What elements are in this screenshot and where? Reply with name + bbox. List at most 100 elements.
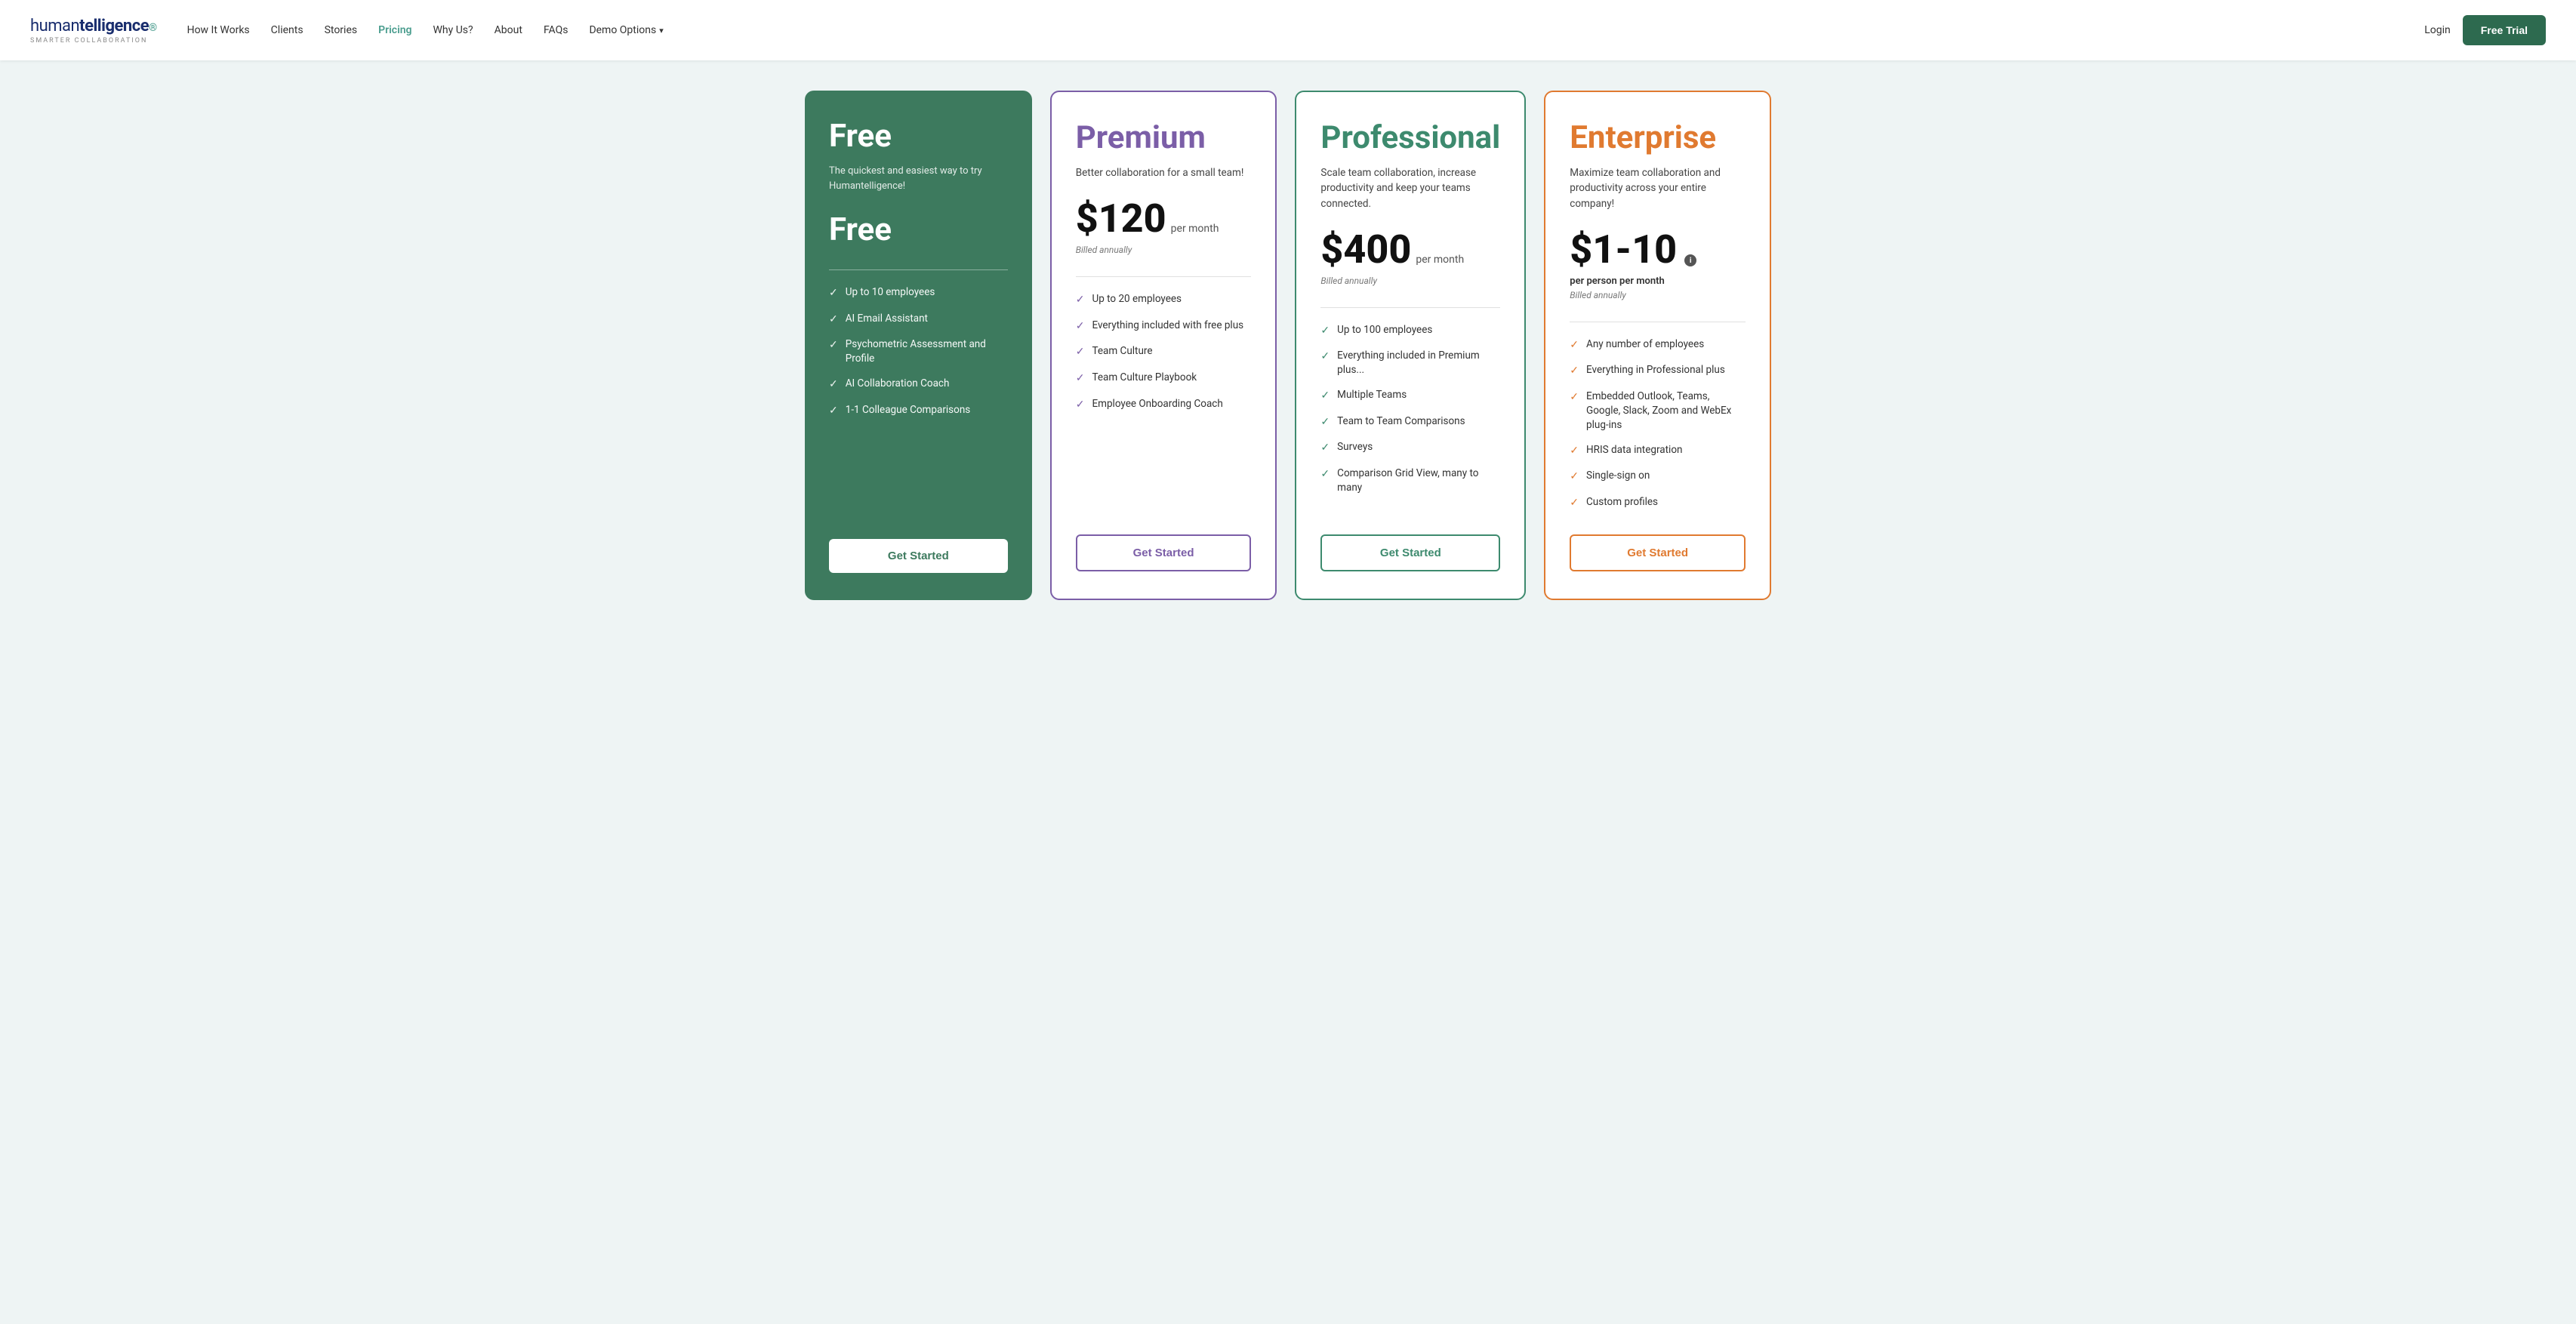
list-item: ✓Custom profiles xyxy=(1570,495,1746,511)
enterprise-plan-title: Enterprise xyxy=(1570,119,1746,156)
list-item: ✓Team Culture Playbook xyxy=(1076,371,1252,386)
list-item: ✓Embedded Outlook, Teams, Google, Slack,… xyxy=(1570,390,1746,433)
check-icon: ✓ xyxy=(1320,415,1330,430)
plan-card-premium: Premium Better collaboration for a small… xyxy=(1050,91,1277,600)
check-icon: ✓ xyxy=(829,377,838,393)
check-icon: ✓ xyxy=(1320,389,1330,404)
free-plan-desc: The quickest and easiest way to try Huma… xyxy=(829,164,1008,193)
main-nav: How It Works Clients Stories Pricing Why… xyxy=(187,24,2425,36)
check-icon: ✓ xyxy=(1570,364,1579,379)
nav-how-it-works[interactable]: How It Works xyxy=(187,24,250,36)
check-icon: ✓ xyxy=(1076,319,1085,334)
list-item: ✓Employee Onboarding Coach xyxy=(1076,397,1252,413)
check-icon: ✓ xyxy=(1570,470,1579,485)
free-plan-price: Free xyxy=(829,211,1008,248)
list-item: ✓Team to Team Comparisons xyxy=(1320,414,1500,430)
nav-demo-options[interactable]: Demo Options ▾ xyxy=(589,24,663,36)
enterprise-price-per-person: per person per month xyxy=(1570,276,1746,287)
premium-plan-desc: Better collaboration for a small team! xyxy=(1076,165,1252,180)
check-icon: ✓ xyxy=(829,286,838,301)
pricing-grid: Free The quickest and easiest way to try… xyxy=(805,91,1771,600)
list-item: ✓Up to 20 employees xyxy=(1076,292,1252,308)
premium-price-period: per month xyxy=(1171,223,1219,235)
professional-price-row: $400 per month xyxy=(1320,226,1500,272)
check-icon: ✓ xyxy=(1076,293,1085,308)
check-icon: ✓ xyxy=(1076,371,1085,386)
logo: humantelligence® SMARTER COLLABORATION xyxy=(30,17,157,45)
professional-feature-list: ✓Up to 100 employees ✓Everything include… xyxy=(1320,323,1500,495)
chevron-down-icon: ▾ xyxy=(659,26,664,35)
professional-cta-button[interactable]: Get Started xyxy=(1320,534,1500,571)
plan-card-enterprise: Enterprise Maximize team collaboration a… xyxy=(1544,91,1771,600)
premium-price-row: $120 per month xyxy=(1076,196,1252,242)
enterprise-price-amount: $1-10 xyxy=(1570,226,1677,272)
list-item: ✓Everything in Professional plus xyxy=(1570,363,1746,379)
free-trial-button[interactable]: Free Trial xyxy=(2463,15,2546,45)
premium-cta-button[interactable]: Get Started xyxy=(1076,534,1252,571)
list-item: ✓HRIS data integration xyxy=(1570,443,1746,459)
check-icon: ✓ xyxy=(1570,338,1579,353)
nav-clients[interactable]: Clients xyxy=(271,24,304,36)
enterprise-cta-button[interactable]: Get Started xyxy=(1570,534,1746,571)
enterprise-feature-list: ✓Any number of employees ✓Everything in … xyxy=(1570,337,1746,511)
check-icon: ✓ xyxy=(829,313,838,328)
info-icon[interactable]: i xyxy=(1684,254,1696,266)
check-icon: ✓ xyxy=(1570,390,1579,405)
site-header: humantelligence® SMARTER COLLABORATION H… xyxy=(0,0,2576,60)
check-icon: ✓ xyxy=(1320,467,1330,482)
premium-feature-list: ✓Up to 20 employees ✓Everything included… xyxy=(1076,292,1252,412)
professional-divider xyxy=(1320,307,1500,308)
free-feature-list: ✓Up to 10 employees ✓AI Email Assistant … xyxy=(829,285,1008,418)
professional-price-billed: Billed annually xyxy=(1320,276,1500,286)
list-item: ✓Up to 10 employees xyxy=(829,285,1008,301)
check-icon: ✓ xyxy=(1320,441,1330,456)
list-item: ✓1-1 Colleague Comparisons xyxy=(829,403,1008,419)
check-icon: ✓ xyxy=(1320,349,1330,365)
list-item: ✓Any number of employees xyxy=(1570,337,1746,353)
list-item: ✓Comparison Grid View, many to many xyxy=(1320,466,1500,495)
check-icon: ✓ xyxy=(1570,496,1579,511)
professional-plan-title: Professional xyxy=(1320,119,1500,156)
professional-price-period: per month xyxy=(1416,254,1464,266)
list-item: ✓Multiple Teams xyxy=(1320,388,1500,404)
professional-price-amount: $400 xyxy=(1320,226,1411,272)
free-plan-title: Free xyxy=(829,118,1008,155)
list-item: ✓Everything included with free plus xyxy=(1076,319,1252,334)
free-cta-button[interactable]: Get Started xyxy=(829,539,1008,573)
list-item: ✓AI Email Assistant xyxy=(829,312,1008,328)
check-icon: ✓ xyxy=(1570,444,1579,459)
premium-plan-title: Premium xyxy=(1076,119,1252,156)
login-link[interactable]: Login xyxy=(2424,24,2451,36)
plan-card-professional: Professional Scale team collaboration, i… xyxy=(1295,91,1526,600)
list-item: ✓Psychometric Assessment and Profile xyxy=(829,337,1008,366)
nav-stories[interactable]: Stories xyxy=(325,24,358,36)
premium-divider xyxy=(1076,276,1252,277)
free-divider xyxy=(829,269,1008,270)
list-item: ✓Everything included in Premium plus... xyxy=(1320,349,1500,377)
nav-faqs[interactable]: FAQs xyxy=(544,24,569,36)
check-icon: ✓ xyxy=(1076,345,1085,360)
enterprise-plan-desc: Maximize team collaboration and producti… xyxy=(1570,165,1746,211)
list-item: ✓Single-sign on xyxy=(1570,469,1746,485)
enterprise-price-row: $1-10 i xyxy=(1570,226,1746,272)
professional-plan-desc: Scale team collaboration, increase produ… xyxy=(1320,165,1500,211)
logo-text: humantelligence® xyxy=(30,17,157,35)
enterprise-price-billed: Billed annually xyxy=(1570,290,1746,300)
list-item: ✓Surveys xyxy=(1320,440,1500,456)
plan-card-free: Free The quickest and easiest way to try… xyxy=(805,91,1032,600)
nav-pricing[interactable]: Pricing xyxy=(378,24,411,36)
check-icon: ✓ xyxy=(829,338,838,353)
nav-actions: Login Free Trial xyxy=(2424,15,2546,45)
nav-about[interactable]: About xyxy=(495,24,522,36)
list-item: ✓Team Culture xyxy=(1076,344,1252,360)
check-icon: ✓ xyxy=(829,404,838,419)
premium-price-amount: $120 xyxy=(1076,196,1166,242)
check-icon: ✓ xyxy=(1320,324,1330,339)
premium-price-billed: Billed annually xyxy=(1076,245,1252,255)
list-item: ✓Up to 100 employees xyxy=(1320,323,1500,339)
pricing-section: Free The quickest and easiest way to try… xyxy=(0,60,2576,1324)
check-icon: ✓ xyxy=(1076,398,1085,413)
list-item: ✓AI Collaboration Coach xyxy=(829,377,1008,393)
logo-tagline: SMARTER COLLABORATION xyxy=(30,37,157,45)
nav-why-us[interactable]: Why Us? xyxy=(433,24,473,36)
